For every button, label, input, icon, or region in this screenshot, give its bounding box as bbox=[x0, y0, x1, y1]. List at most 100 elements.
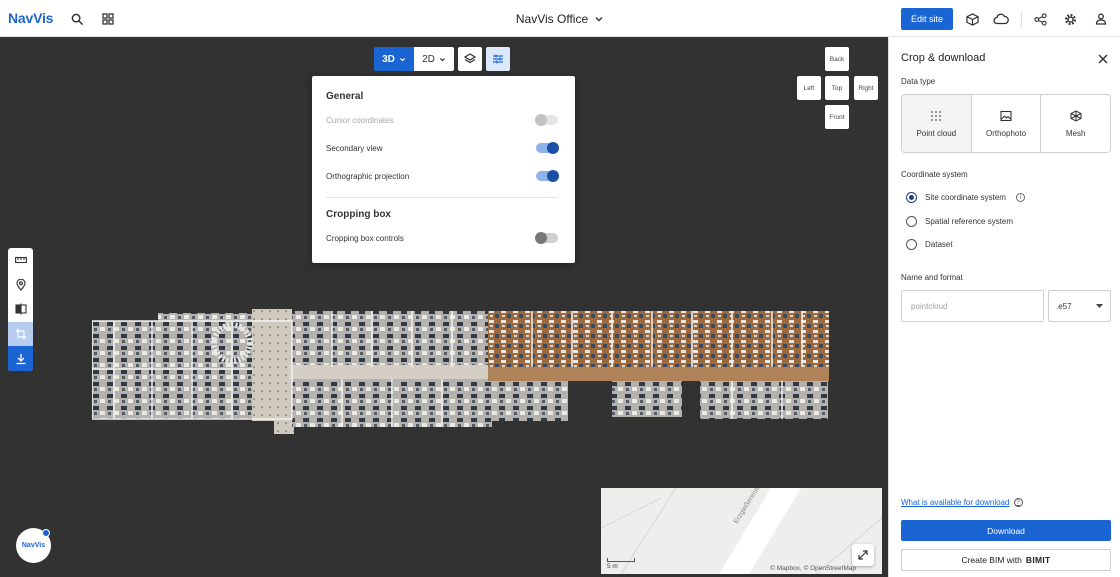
chevron-down-icon bbox=[595, 17, 603, 22]
minimap[interactable]: Erzgießereistr. 5 m © Mapbox, © OpenStre… bbox=[601, 488, 882, 574]
mode-3d-label: 3D bbox=[382, 53, 395, 65]
cropping-box-heading: Cropping box bbox=[326, 209, 391, 220]
cursor-coordinates-row: Cursor coordinates bbox=[326, 113, 558, 127]
data-type-selector: Point cloud Orthophoto Mesh bbox=[901, 94, 1111, 153]
layers-button[interactable] bbox=[458, 47, 482, 71]
poi-tool-button[interactable] bbox=[8, 273, 33, 298]
data-type-orthophoto[interactable]: Orthophoto bbox=[972, 95, 1042, 152]
file-name-input[interactable] bbox=[901, 290, 1044, 322]
compare-tool-button[interactable] bbox=[8, 297, 33, 322]
orthographic-projection-toggle[interactable] bbox=[536, 170, 559, 182]
image-icon bbox=[1000, 110, 1012, 121]
secondary-view-toggle[interactable] bbox=[536, 142, 559, 154]
map-scale-label: 5 m bbox=[607, 563, 618, 570]
site-title: NavVis Office bbox=[515, 12, 589, 26]
cursor-coordinates-toggle[interactable] bbox=[535, 114, 558, 126]
expand-map-button[interactable] bbox=[852, 544, 874, 566]
mesh-icon bbox=[1070, 109, 1082, 122]
caret-down-icon bbox=[1096, 303, 1103, 308]
radio-dataset[interactable] bbox=[906, 239, 917, 250]
point-cloud-icon bbox=[931, 110, 942, 121]
general-heading: General bbox=[326, 91, 364, 102]
chevron-down-icon bbox=[399, 57, 405, 61]
availability-help-link[interactable]: What is available for download ? bbox=[901, 498, 1023, 507]
edit-site-button[interactable]: Edit site bbox=[901, 8, 953, 30]
cropping-box-controls-label: Cropping box controls bbox=[326, 233, 404, 243]
cropping-box-controls-toggle[interactable] bbox=[535, 232, 558, 244]
data-type-label: Data type bbox=[901, 77, 936, 86]
mode-2d-button[interactable]: 2D bbox=[414, 47, 454, 71]
map-attribution[interactable]: © Mapbox, © OpenStreetMap bbox=[770, 565, 856, 572]
search-icon[interactable] bbox=[67, 9, 87, 29]
navvis-assistant-badge[interactable]: NavVis bbox=[16, 528, 51, 563]
apps-grid-icon[interactable] bbox=[98, 9, 118, 29]
coordinate-system-label: Coordinate system bbox=[901, 170, 968, 179]
crop-icon bbox=[15, 328, 26, 340]
cloud-icon[interactable] bbox=[991, 9, 1011, 29]
create-bim-button[interactable]: Create BIM with BIMIT bbox=[901, 549, 1111, 571]
coordinate-option-dataset[interactable]: Dataset bbox=[906, 239, 953, 250]
gear-icon[interactable] bbox=[1060, 9, 1080, 29]
orthographic-projection-label: Orthographic projection bbox=[326, 171, 410, 181]
sliders-icon bbox=[493, 54, 503, 64]
top-bar: NavVis NavVis Office Edit site bbox=[0, 0, 1120, 37]
cube-icon[interactable] bbox=[962, 9, 982, 29]
toolbar-divider bbox=[1021, 11, 1022, 27]
compare-icon bbox=[14, 303, 27, 315]
view-right-button[interactable]: Right bbox=[854, 76, 878, 100]
coordinate-option-spatial[interactable]: Spatial reference system bbox=[906, 216, 1013, 227]
measure-tool-button[interactable] bbox=[8, 248, 33, 273]
view-mode-switch: 3D 2D bbox=[374, 47, 454, 71]
data-type-point-cloud[interactable]: Point cloud bbox=[902, 95, 972, 152]
coordinate-option-spatial-label: Spatial reference system bbox=[925, 217, 1014, 226]
secondary-view-label: Secondary view bbox=[326, 143, 383, 153]
map-scale: 5 m bbox=[607, 558, 635, 570]
settings-divider bbox=[326, 197, 558, 198]
view-toolbar: 3D 2D bbox=[374, 47, 510, 71]
radio-site-coordinate[interactable] bbox=[906, 192, 917, 203]
badge-logo: NavVis bbox=[21, 542, 46, 549]
coordinate-option-dataset-label: Dataset bbox=[925, 240, 953, 249]
data-type-point-cloud-label: Point cloud bbox=[916, 128, 957, 138]
orthographic-projection-row: Orthographic projection bbox=[326, 169, 559, 183]
view-settings-button[interactable] bbox=[486, 47, 510, 71]
create-bim-label: Create BIM with bbox=[961, 555, 1022, 565]
view-left-button[interactable]: Left bbox=[797, 76, 821, 100]
bimit-logo: BIMIT bbox=[1025, 555, 1051, 565]
user-icon[interactable] bbox=[1091, 9, 1111, 29]
3d-viewport[interactable]: 3D 2D General Cursor coordinates Seconda… bbox=[0, 37, 888, 577]
location-pin-icon bbox=[15, 278, 26, 291]
download-icon bbox=[16, 353, 25, 364]
crop-tool-button[interactable] bbox=[8, 321, 33, 347]
data-type-mesh[interactable]: Mesh bbox=[1041, 95, 1110, 152]
download-tool-button[interactable] bbox=[8, 346, 33, 371]
expand-icon bbox=[858, 550, 868, 560]
download-button[interactable]: Download bbox=[901, 520, 1111, 541]
view-back-button[interactable]: Back bbox=[825, 47, 849, 71]
availability-help-text: What is available for download bbox=[901, 498, 1010, 507]
cropping-box-controls-row: Cropping box controls bbox=[326, 231, 558, 245]
point-cloud-floorplan[interactable] bbox=[92, 309, 829, 434]
info-icon[interactable]: i bbox=[1015, 193, 1025, 202]
navvis-logo[interactable]: NavVis bbox=[8, 10, 53, 26]
close-icon[interactable] bbox=[1096, 52, 1110, 66]
view-settings-popover: General Cursor coordinates Secondary vie… bbox=[312, 76, 575, 263]
name-format-label: Name and format bbox=[901, 273, 963, 282]
format-value: .e57 bbox=[1056, 301, 1072, 311]
crop-download-panel: Crop & download Data type Point cloud Or… bbox=[888, 37, 1120, 577]
minimap-streets: Erzgießereistr. bbox=[601, 488, 882, 574]
data-type-orthophoto-label: Orthophoto bbox=[985, 128, 1027, 138]
site-title-dropdown[interactable]: NavVis Office bbox=[516, 12, 604, 26]
cursor-coordinates-label: Cursor coordinates bbox=[326, 115, 394, 125]
notification-dot bbox=[42, 529, 50, 537]
coordinate-option-site[interactable]: Site coordinate system i bbox=[906, 192, 1025, 203]
format-select[interactable]: .e57 bbox=[1048, 290, 1111, 322]
help-icon: ? bbox=[1013, 498, 1023, 507]
view-top-button[interactable]: Top bbox=[825, 76, 849, 100]
share-icon[interactable] bbox=[1030, 9, 1050, 29]
ruler-icon bbox=[14, 257, 27, 264]
radio-spatial-reference[interactable] bbox=[906, 216, 917, 227]
layers-icon bbox=[464, 53, 476, 64]
mode-3d-button[interactable]: 3D bbox=[374, 47, 414, 71]
view-front-button[interactable]: Front bbox=[825, 105, 849, 129]
